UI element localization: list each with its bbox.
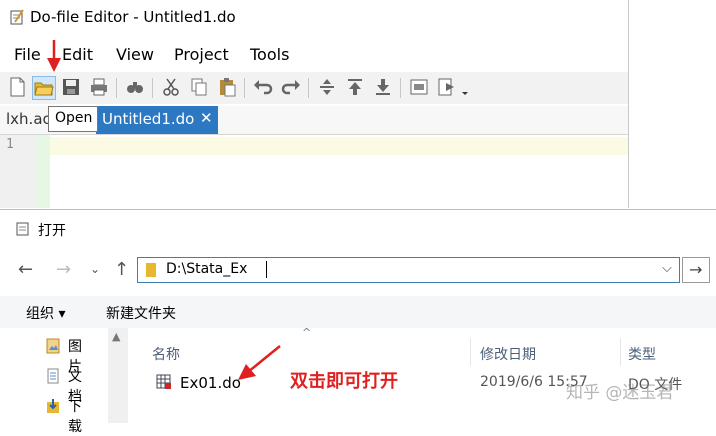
file-name: Ex01.do bbox=[180, 374, 241, 392]
open-tooltip: Open bbox=[48, 106, 98, 132]
do-file-icon bbox=[156, 374, 171, 389]
indent-icon[interactable] bbox=[316, 76, 338, 98]
preview-icon[interactable] bbox=[408, 76, 430, 98]
print-icon[interactable] bbox=[88, 76, 110, 98]
column-divider[interactable] bbox=[470, 338, 471, 366]
notepad-icon bbox=[10, 9, 24, 25]
column-divider[interactable] bbox=[620, 338, 621, 366]
address-path: D:\Stata_Ex bbox=[166, 261, 248, 277]
recent-locations-chevron-icon[interactable]: ⌄ bbox=[90, 262, 100, 276]
tab-lxh[interactable]: lxh.ac bbox=[6, 110, 51, 128]
up-arrow-icon[interactable]: ↑ bbox=[114, 259, 129, 280]
line-number-gutter: 1 bbox=[0, 135, 36, 208]
chevron-down-icon[interactable]: ⌵ bbox=[662, 261, 672, 276]
menu-tools[interactable]: Tools bbox=[250, 45, 289, 64]
annotation-text: 双击即可打开 bbox=[290, 371, 398, 392]
text-caret bbox=[266, 261, 267, 278]
open-folder-icon[interactable] bbox=[32, 76, 56, 100]
tab-label: Untitled1.do bbox=[102, 110, 195, 128]
run-icon[interactable] bbox=[436, 76, 470, 98]
editor-title: Do-file Editor - Untitled1.do bbox=[30, 8, 236, 26]
current-line-highlight bbox=[50, 137, 628, 155]
arrow-right-icon: → bbox=[689, 260, 703, 279]
navigation-scrollbar[interactable]: ▲ bbox=[108, 328, 128, 423]
annotation-arrow-icon bbox=[47, 40, 61, 72]
back-arrow-icon[interactable]: ← bbox=[18, 259, 33, 280]
new-file-icon[interactable] bbox=[6, 76, 28, 98]
scroll-up-icon[interactable]: ▲ bbox=[112, 330, 120, 343]
menu-project[interactable]: Project bbox=[174, 45, 229, 64]
toolbar-separator bbox=[116, 78, 117, 98]
new-folder-button[interactable]: 新建文件夹 bbox=[106, 303, 176, 323]
editor-title-bar: Do-file Editor - Untitled1.do bbox=[0, 0, 628, 36]
line-number: 1 bbox=[6, 137, 14, 152]
close-tab-icon[interactable]: ✕ bbox=[200, 109, 213, 127]
documents-icon bbox=[47, 368, 59, 384]
notepad-icon bbox=[16, 222, 29, 236]
toolbar-separator bbox=[400, 78, 401, 98]
move-up-icon[interactable] bbox=[344, 76, 366, 98]
tooltip-text: Open bbox=[55, 110, 93, 126]
toolbar-separator bbox=[152, 78, 153, 98]
file-list-header: 名称 修改日期 类型 bbox=[138, 338, 716, 366]
editor-toolbar bbox=[0, 72, 628, 104]
cut-icon[interactable] bbox=[160, 76, 182, 98]
code-editor[interactable]: 1 bbox=[0, 135, 628, 208]
find-icon[interactable] bbox=[124, 76, 146, 98]
column-date[interactable]: 修改日期 bbox=[480, 344, 536, 364]
menu-file[interactable]: File bbox=[14, 45, 41, 64]
downloads-icon bbox=[47, 399, 59, 413]
paste-icon[interactable] bbox=[216, 76, 238, 98]
toolbar-separator bbox=[244, 78, 245, 98]
address-bar[interactable]: D:\Stata_Ex ⌵ bbox=[137, 257, 680, 283]
nav-item-label: 下载 bbox=[68, 399, 82, 435]
column-type[interactable]: 类型 bbox=[628, 344, 656, 364]
menu-view[interactable]: View bbox=[116, 45, 154, 64]
folder-icon bbox=[146, 263, 156, 277]
annotation-arrow-icon bbox=[238, 345, 281, 380]
do-file-editor-window: Do-file Editor - Untitled1.do File Edit … bbox=[0, 0, 629, 208]
forward-arrow-icon[interactable]: → bbox=[56, 259, 71, 280]
editor-menu-bar: File Edit View Project Tools bbox=[0, 40, 628, 68]
redo-icon[interactable] bbox=[280, 76, 302, 98]
undo-icon[interactable] bbox=[252, 76, 274, 98]
tab-untitled1[interactable]: Untitled1.do ✕ bbox=[96, 106, 218, 134]
pictures-icon bbox=[46, 338, 60, 354]
toolbar-separator bbox=[308, 78, 309, 98]
command-bar: 组织 ▾ 新建文件夹 bbox=[0, 296, 716, 328]
move-down-icon[interactable] bbox=[372, 76, 394, 98]
go-button[interactable]: → bbox=[682, 257, 710, 283]
watermark-text: 知乎 @迷玉君 bbox=[566, 383, 674, 403]
navigation-pane: 图片 文档 下载 ▲ bbox=[0, 328, 128, 435]
save-icon[interactable] bbox=[60, 76, 82, 98]
change-margin bbox=[36, 135, 50, 208]
dialog-title: 打开 bbox=[38, 223, 66, 239]
copy-icon[interactable] bbox=[188, 76, 210, 98]
column-name[interactable]: 名称 bbox=[152, 344, 180, 364]
open-file-dialog: 打开 ← → ⌄ ↑ D:\Stata_Ex ⌵ → 组织 ▾ 新建文件夹 图片… bbox=[0, 209, 716, 435]
organize-button[interactable]: 组织 ▾ bbox=[26, 303, 65, 323]
